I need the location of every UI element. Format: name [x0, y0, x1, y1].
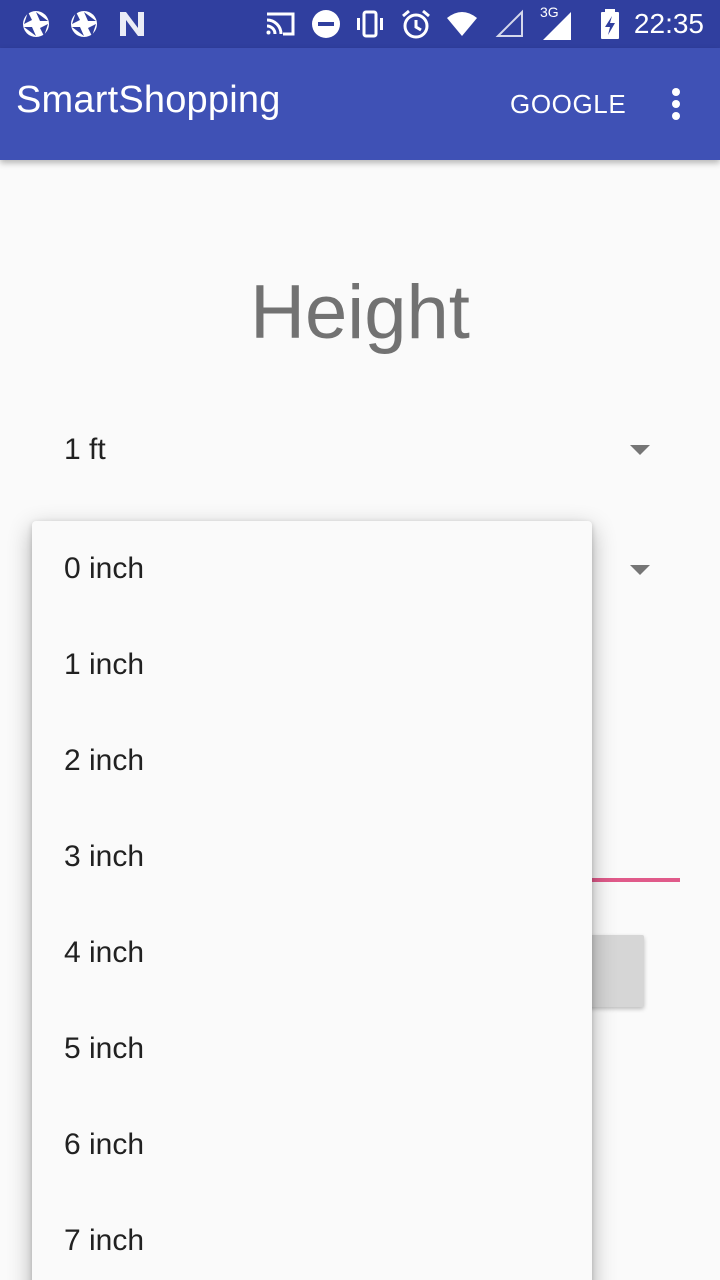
app-bar: SmartShopping GOOGLE	[0, 48, 720, 160]
google-action-button[interactable]: GOOGLE	[510, 88, 626, 120]
screen: 3G 22:35 SmartShopping GOOGLE Height 1 f…	[0, 0, 720, 1280]
dropdown-option[interactable]: 7 inch	[32, 1193, 592, 1280]
signal-empty-icon	[495, 9, 523, 37]
feet-spinner-value: 1 ft	[64, 433, 106, 466]
status-bar: 3G 22:35	[0, 0, 720, 48]
dropdown-arrow-icon	[630, 565, 650, 575]
wifi-icon	[447, 12, 477, 36]
dropdown-option[interactable]: 3 inch	[32, 809, 592, 905]
vibrate-icon	[357, 10, 383, 38]
page-heading: Height	[250, 270, 470, 355]
dropdown-option[interactable]: 5 inch	[32, 1001, 592, 1097]
cast-icon	[266, 12, 295, 36]
text-field-underline[interactable]	[592, 878, 680, 882]
shutter-icon	[23, 11, 49, 37]
status-time: 22:35	[633, 8, 704, 39]
shutter-icon	[71, 11, 97, 37]
dropdown-option[interactable]: 2 inch	[32, 713, 592, 809]
inch-dropdown-popup: 0 inch 1 inch 2 inch 3 inch 4 inch 5 inc…	[32, 521, 592, 1280]
battery-charging-icon	[601, 9, 619, 39]
app-title: SmartShopping	[16, 79, 281, 121]
dropdown-arrow-icon	[630, 445, 650, 455]
alarm-icon	[402, 9, 430, 39]
dropdown-option[interactable]: 4 inch	[32, 905, 592, 1001]
overflow-menu-icon[interactable]	[656, 80, 696, 128]
dropdown-option[interactable]: 6 inch	[32, 1097, 592, 1193]
do-not-disturb-icon	[312, 10, 340, 38]
n-icon	[120, 12, 144, 36]
dropdown-option[interactable]: 0 inch	[32, 521, 592, 617]
dropdown-option[interactable]: 1 inch	[32, 617, 592, 713]
signal-3g-icon: 3G	[538, 4, 572, 44]
